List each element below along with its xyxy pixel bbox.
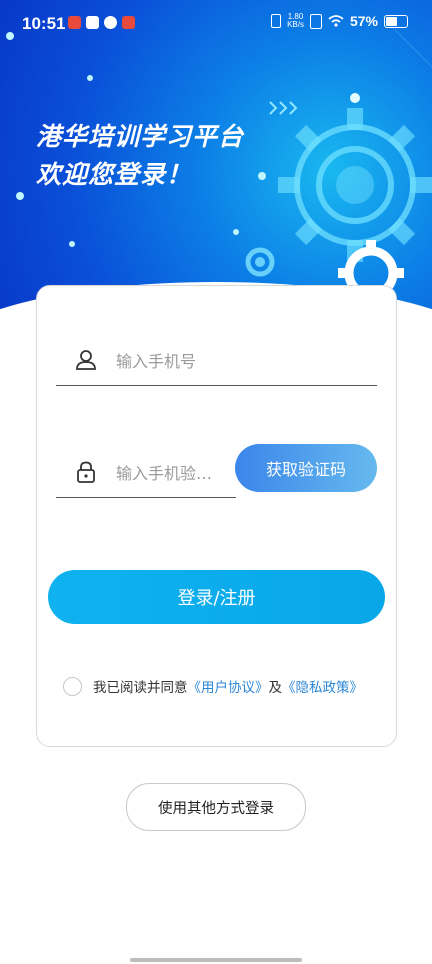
verification-code-field <box>56 449 236 498</box>
status-right: 1.80 KB/s 57% <box>271 13 408 29</box>
banner-title: 港华培训学习平台 欢迎您登录！ <box>36 118 244 194</box>
small-gear-icon <box>245 247 275 277</box>
wifi-icon <box>328 15 344 27</box>
agreement-row: 我已阅读并同意 《用户协议》 及 《隐私政策》 <box>63 676 363 696</box>
status-bar: 10:51 1.80 KB/s 57% <box>0 0 432 50</box>
battery-percent: 57% <box>349 13 378 29</box>
phone-input[interactable] <box>114 345 368 377</box>
battery-icon <box>384 14 408 28</box>
phone-field <box>56 337 377 386</box>
other-login-button[interactable]: 使用其他方式登录 <box>126 783 306 831</box>
get-code-button[interactable]: 获取验证码 <box>235 444 377 492</box>
lock-icon <box>77 461 95 483</box>
notification-icons <box>68 16 135 29</box>
app-notification-icon <box>68 16 81 29</box>
user-agreement-link[interactable]: 《用户协议》 <box>188 676 269 696</box>
privacy-policy-link[interactable]: 《隐私政策》 <box>282 676 363 696</box>
status-time: 10:51 <box>22 14 66 33</box>
user-icon <box>76 350 96 370</box>
banner-title-line1: 港华培训学习平台 <box>36 122 245 151</box>
app-notification-icon-2 <box>122 16 135 29</box>
sim-icon <box>309 13 322 29</box>
login-card: 获取验证码 登录/注册 我已阅读并同意 《用户协议》 及 《隐私政策》 <box>36 285 397 747</box>
wechat-icon <box>104 16 117 29</box>
banner-title-line2: 欢迎您登录！ <box>36 160 193 189</box>
verification-code-input[interactable] <box>114 457 234 489</box>
agree-checkbox[interactable] <box>63 676 82 696</box>
network-speed: 1.80 KB/s <box>287 13 304 29</box>
login-register-button[interactable]: 登录/注册 <box>48 570 385 624</box>
vibrate-icon <box>271 14 282 28</box>
net-speed-unit: KB/s <box>287 20 304 29</box>
agreement-and: 及 <box>268 680 283 696</box>
agreement-prefix: 我已阅读并同意 <box>93 680 188 696</box>
mail-icon <box>86 16 99 29</box>
home-indicator[interactable] <box>130 958 302 962</box>
